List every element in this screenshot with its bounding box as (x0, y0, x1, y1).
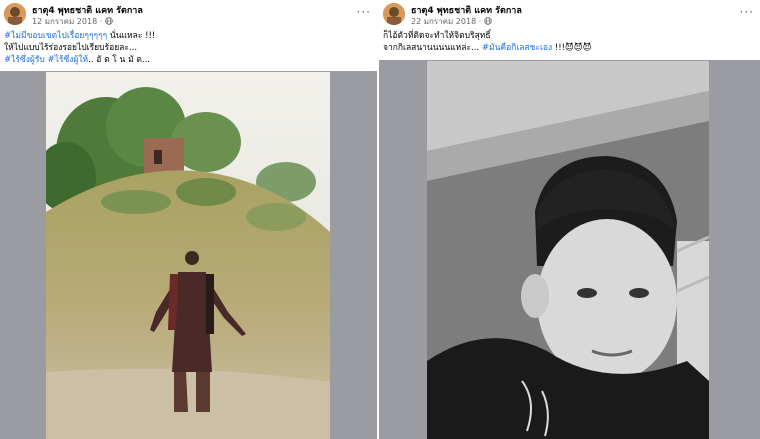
facebook-post: ธาตุ4 พุทธชาติ แคท รัตกาล 22 มกราคม 2018… (379, 0, 760, 439)
post-header: ธาตุ4 พุทธชาติ แคท รัตกาล 12 มกราคม 2018… (0, 0, 377, 71)
caption-line: ให้ไปแบบไร้ร่องรอยไปเรียบร้อยละ... (4, 43, 137, 54)
caption-line: จากกิเลสนานนนนแหล่ะ... #มันคือกิเลสชะเอง… (383, 43, 592, 54)
date-text[interactable]: 12 มกราคม 2018 · (32, 17, 102, 26)
hashtag-link[interactable]: #ไร้ซึ่งผู้รับ #ไร้ซึ่งผู้ให้ (4, 55, 88, 65)
caption-text: ก็ไอ้ตัวที่ติดจะทำให้จิตบริสุทธิ์ (383, 31, 491, 41)
caption-text: นั่นแหละ !!! (107, 31, 156, 41)
caption-text: จากกิเลสนานนนนแหล่ะ... (383, 43, 482, 53)
portrait-photo (427, 61, 709, 439)
caption-line: #ไม่มีขอบเขตไปเรื่อยๆๆๆๆๆ นั่นแหละ !!! (4, 31, 155, 42)
globe-icon (484, 17, 493, 27)
post-photo[interactable] (46, 72, 330, 439)
caption-text: !!!😈😈😈 (552, 43, 592, 53)
date-text[interactable]: 22 มกราคม 2018 · (411, 17, 481, 26)
caption-line: ก็ไอ้ตัวที่ติดจะทำให้จิตบริสุทธิ์ (383, 31, 491, 42)
post-date[interactable]: 12 มกราคม 2018 · (32, 15, 114, 28)
hashtag-link[interactable]: #ไม่มีขอบเขตไปเรื่อยๆๆๆๆๆ (4, 31, 107, 41)
post-date[interactable]: 22 มกราคม 2018 · (411, 15, 493, 28)
more-options-icon[interactable]: ··· (357, 5, 371, 19)
post-photo[interactable] (427, 61, 709, 439)
caption-line: #ไร้ซึ่งผู้รับ #ไร้ซึ่งผู้ให้.. อั ต โ น… (4, 55, 150, 66)
landscape-photo (46, 72, 330, 439)
caption-text: .. อั ต โ น มั ต... (88, 55, 151, 65)
more-options-icon[interactable]: ··· (740, 5, 754, 19)
post-header: ธาตุ4 พุทธชาติ แคท รัตกาล 22 มกราคม 2018… (379, 0, 760, 60)
avatar[interactable] (4, 3, 26, 25)
globe-icon (105, 17, 114, 27)
hashtag-link[interactable]: #มันคือกิเลสชะเอง (482, 43, 552, 53)
caption-text: ให้ไปแบบไร้ร่องรอยไปเรียบร้อยละ... (4, 43, 138, 53)
facebook-post: ธาตุ4 พุทธชาติ แคท รัตกาล 12 มกราคม 2018… (0, 0, 377, 439)
avatar[interactable] (383, 3, 405, 25)
